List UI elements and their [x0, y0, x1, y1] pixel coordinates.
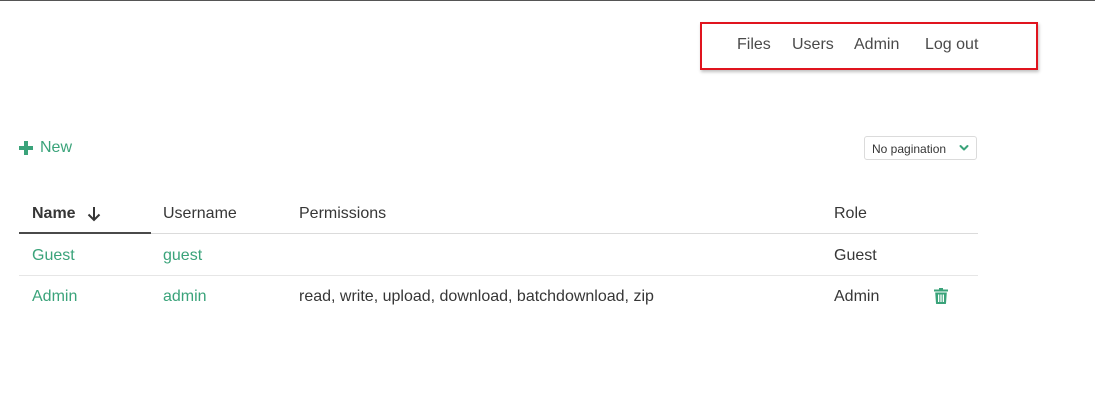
top-nav: Files Users Admin Log out [700, 22, 1038, 70]
column-header-username[interactable]: Username [163, 205, 237, 223]
column-header-role[interactable]: Role [834, 205, 867, 223]
trash-icon[interactable] [934, 288, 948, 304]
row-2-name-link[interactable]: Admin [32, 288, 77, 306]
column-header-name[interactable]: Name [32, 205, 101, 223]
pagination-value: No pagination [872, 142, 947, 156]
nav-users-link[interactable]: Users [792, 36, 834, 54]
chevron-down-icon [959, 145, 969, 151]
top-border [0, 0, 1095, 1]
header-divider [19, 233, 978, 234]
row-divider [19, 275, 978, 276]
row-1-role: Guest [834, 247, 877, 264]
row-2-permissions: read, write, upload, download, batchdown… [299, 288, 654, 305]
column-header-permissions[interactable]: Permissions [299, 205, 386, 223]
sort-indicator [19, 232, 151, 234]
plus-icon [19, 141, 33, 155]
new-user-button[interactable]: New [19, 137, 72, 159]
column-header-name-label: Name [32, 205, 76, 222]
row-2-role: Admin [834, 288, 880, 305]
nav-admin-link[interactable]: Admin [854, 36, 899, 54]
arrow-down-icon [87, 207, 100, 222]
pagination-select[interactable]: No pagination [864, 136, 977, 160]
row-1-username-link[interactable]: guest [163, 247, 202, 265]
row-2-username-link[interactable]: admin [163, 288, 207, 306]
nav-logout-link[interactable]: Log out [925, 36, 978, 54]
new-user-label: New [40, 139, 73, 156]
row-1-name-link[interactable]: Guest [32, 247, 75, 265]
nav-files-link[interactable]: Files [737, 36, 771, 54]
